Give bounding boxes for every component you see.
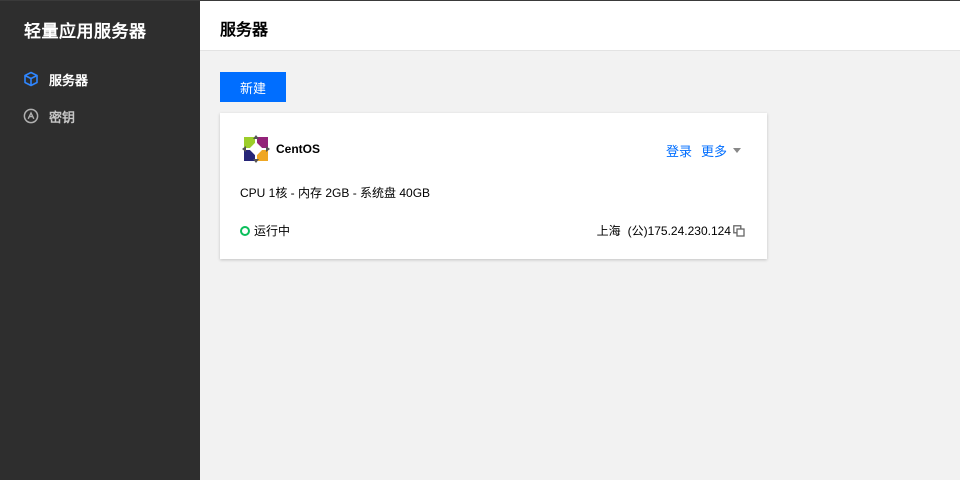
top-bar: 服务器 bbox=[200, 1, 960, 51]
os-name: CentOS bbox=[276, 142, 321, 156]
cube-icon bbox=[22, 70, 40, 88]
sidebar-item-label: 服务器 bbox=[49, 72, 89, 88]
region-text: 上海 bbox=[596, 224, 621, 238]
sidebar-item-keys[interactable]: 密钥 bbox=[22, 105, 75, 127]
new-server-button[interactable]: 新建 bbox=[220, 72, 286, 102]
more-dropdown[interactable]: 更多 bbox=[701, 141, 742, 160]
login-link[interactable]: 登录 bbox=[666, 141, 692, 160]
sidebar-item-label: 密钥 bbox=[49, 109, 76, 125]
key-icon bbox=[22, 107, 40, 125]
centos-logo-icon bbox=[242, 135, 270, 163]
app-title: 轻量应用服务器 bbox=[24, 22, 147, 41]
ip-address: (公)175.24.230.124 bbox=[627, 224, 731, 238]
more-label: 更多 bbox=[701, 144, 728, 159]
status-text: 运行中 bbox=[254, 224, 291, 238]
server-spec: CPU 1核 - 内存 2GB - 系统盘 40GB bbox=[240, 186, 431, 200]
caret-down-icon bbox=[733, 148, 742, 153]
server-location: 上海 (公)175.24.230.124 bbox=[597, 222, 745, 239]
copy-icon[interactable] bbox=[733, 224, 745, 237]
sidebar-item-servers[interactable]: 服务器 bbox=[22, 68, 88, 90]
server-card: CentOS 登录 更多 CPU 1核 - 内存 2GB - 系统盘 40GB … bbox=[220, 113, 767, 259]
sidebar: 轻量应用服务器 服务器 密钥 bbox=[0, 1, 200, 480]
status-dot-icon bbox=[240, 225, 250, 236]
page-title: 服务器 bbox=[220, 22, 269, 39]
status-badge: 运行中 bbox=[240, 222, 290, 239]
